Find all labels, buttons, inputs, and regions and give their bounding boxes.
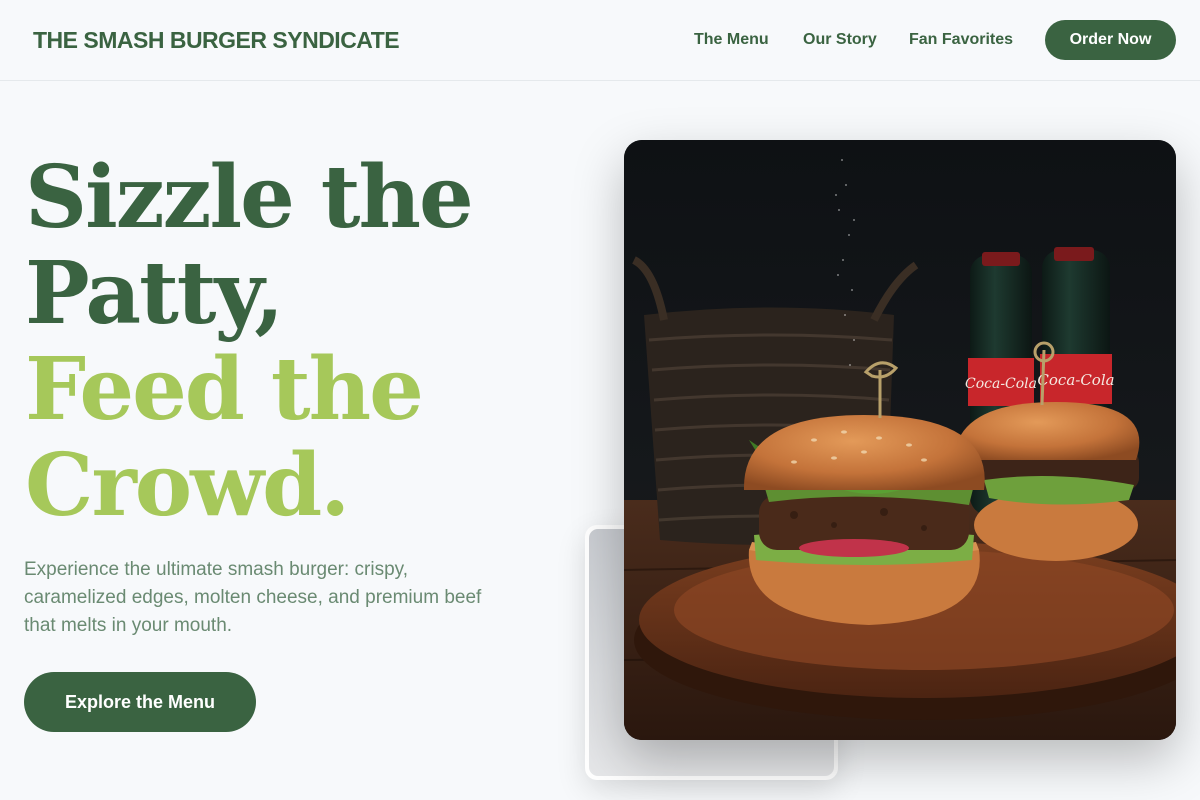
headline-line-1: Sizzle the — [25, 147, 474, 248]
hero-subtitle: Experience the ultimate smash burger: cr… — [24, 559, 482, 636]
order-now-button[interactable]: Order Now — [1045, 20, 1176, 60]
hero-burger-image: Coca-Cola Coca-Cola — [624, 140, 1176, 740]
headline-line-4: Crowd. — [25, 435, 350, 536]
nav-link-menu[interactable]: The Menu — [694, 31, 769, 49]
headline-line-2: Patty, — [25, 243, 284, 344]
explore-menu-button[interactable]: Explore the Menu — [24, 672, 256, 732]
nav-link-our-story[interactable]: Our Story — [803, 31, 877, 49]
site-header: THE SMASH BURGER SYNDICATE The Menu Our … — [0, 0, 1200, 81]
brand-logo[interactable]: THE SMASH BURGER SYNDICATE — [33, 27, 400, 54]
hero-headline: Sizzle the Patty, Feed the Crowd. — [25, 150, 585, 534]
headline-line-3: Feed the — [25, 339, 424, 440]
nav-link-fan-favorites[interactable]: Fan Favorites — [909, 31, 1013, 49]
bottle-label-1: Coca-Cola — [965, 376, 1037, 392]
bottle-label-2: Coca-Cola — [1037, 371, 1114, 389]
